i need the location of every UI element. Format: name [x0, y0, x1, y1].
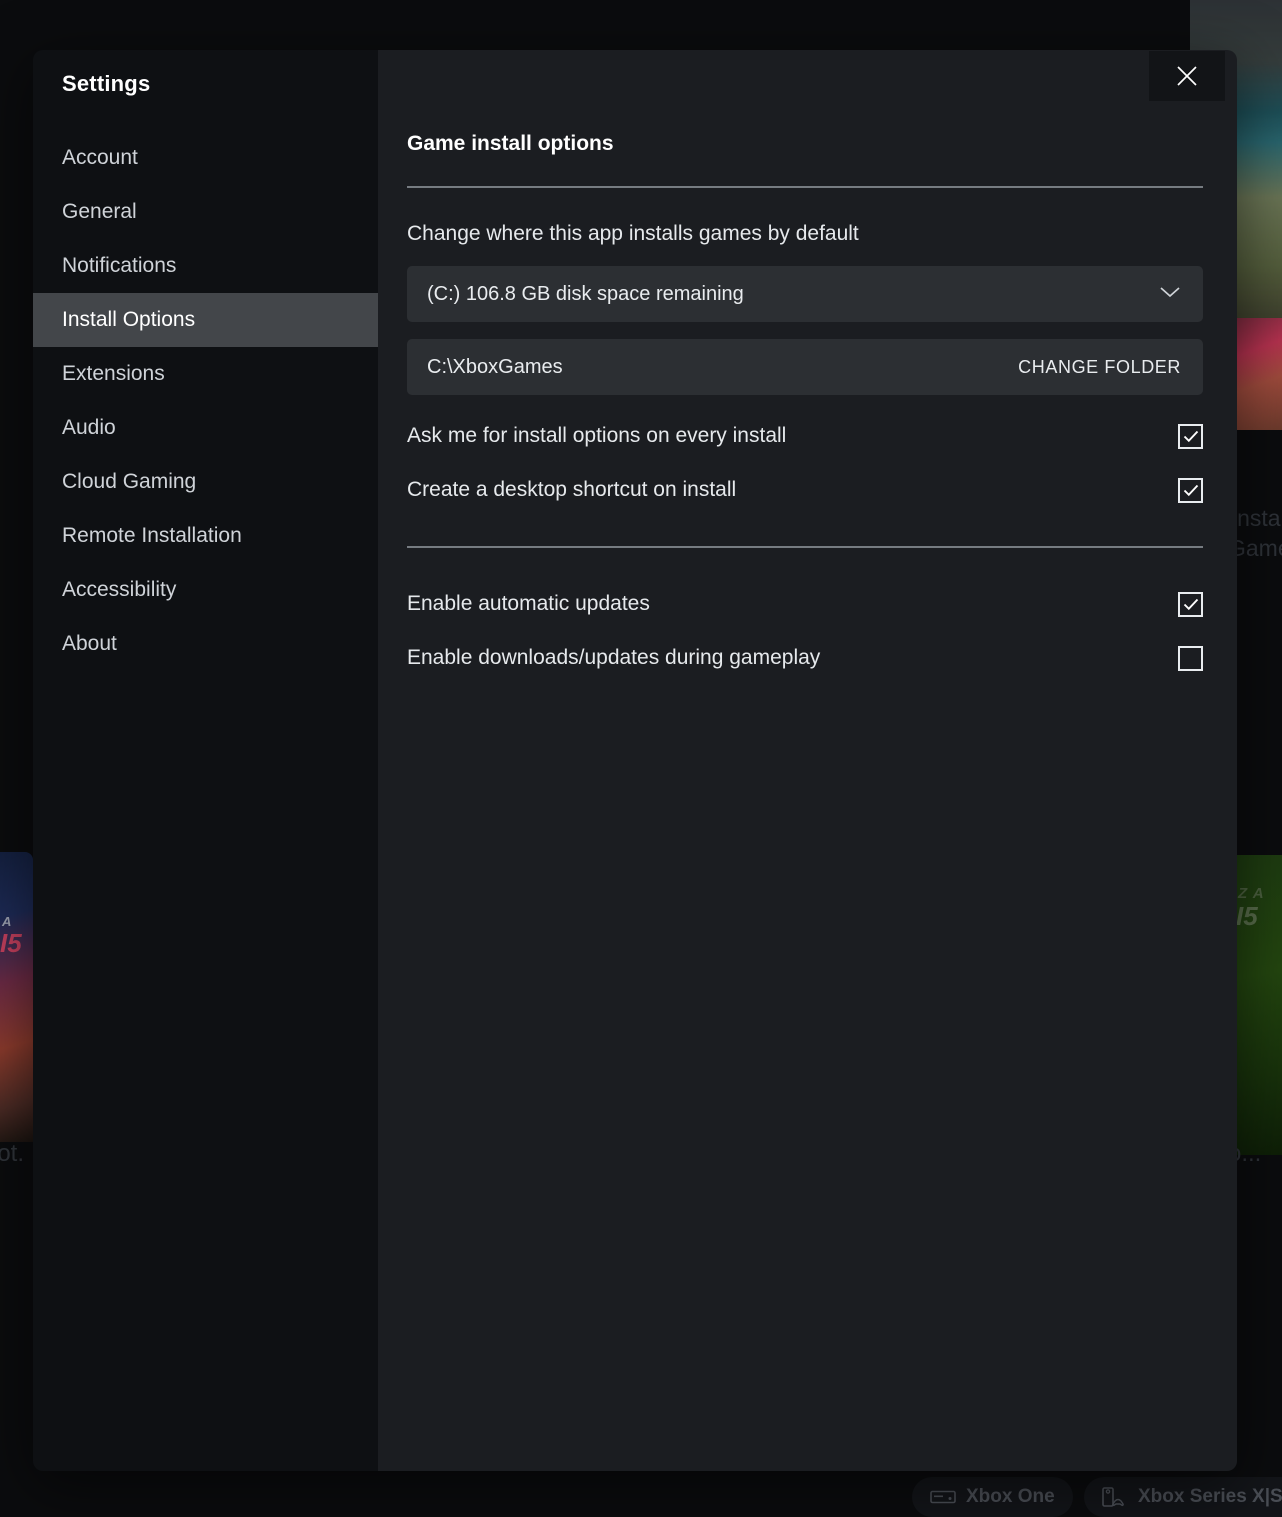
- checkbox-downloads-during-gameplay[interactable]: [1178, 645, 1203, 671]
- settings-dialog: Settings Account General Notifications I…: [33, 50, 1237, 1471]
- sidebar-item-audio[interactable]: Audio: [33, 401, 378, 455]
- option-label: Enable downloads/updates during gameplay: [407, 646, 821, 669]
- background-card-left-title: A: [2, 914, 12, 929]
- option-label: Create a desktop shortcut on install: [407, 478, 737, 501]
- sidebar-item-label: Cloud Gaming: [62, 470, 197, 493]
- sidebar-item-label: Install Options: [62, 308, 196, 331]
- settings-title: Settings: [62, 71, 151, 96]
- background-game-card-right[interactable]: Z A I5: [1236, 855, 1282, 1155]
- option-row-downloads-during-gameplay[interactable]: Enable downloads/updates during gameplay: [407, 631, 1203, 685]
- install-folder-path: C:\XboxGames: [427, 355, 563, 378]
- checkbox-automatic-updates[interactable]: [1178, 591, 1203, 617]
- background-card-right-number: I5: [1236, 901, 1258, 931]
- sidebar-item-label: Account: [62, 146, 138, 169]
- sidebar-item-about[interactable]: About: [33, 617, 378, 671]
- xbox-series-console-icon: [1102, 1487, 1128, 1507]
- sidebar-item-label: Remote Installation: [62, 524, 242, 547]
- section-divider-top: [407, 186, 1203, 188]
- sidebar-item-account[interactable]: Account: [33, 131, 378, 185]
- background-game-card-forza-horizon[interactable]: [1236, 318, 1282, 430]
- platform-badge-xbox-one-label: Xbox One: [966, 1486, 1055, 1507]
- sidebar-item-label: Accessibility: [62, 578, 177, 601]
- option-label: Ask me for install options on every inst…: [407, 424, 787, 447]
- settings-content-panel: Game install options Change where this a…: [378, 50, 1237, 1471]
- install-drive-value: (C:) 106.8 GB disk space remaining: [427, 282, 744, 305]
- background-game-card-left[interactable]: A I5: [0, 852, 33, 1142]
- sidebar-item-label: Audio: [62, 416, 116, 439]
- xbox-one-console-icon: [930, 1489, 956, 1505]
- checkbox-ask-install-options[interactable]: [1178, 423, 1203, 449]
- sidebar-item-cloud-gaming[interactable]: Cloud Gaming: [33, 455, 378, 509]
- sidebar-item-label: Extensions: [62, 362, 165, 385]
- platform-badge-xbox-series[interactable]: Xbox Series X|S: [1084, 1477, 1282, 1517]
- checkbox-desktop-shortcut[interactable]: [1178, 477, 1203, 503]
- sidebar-item-remote-installation[interactable]: Remote Installation: [33, 509, 378, 563]
- sidebar-item-install-options[interactable]: Install Options: [33, 293, 378, 347]
- option-label: Enable automatic updates: [407, 592, 650, 615]
- platform-badge-bar: Xbox One Xbox Series X|S: [0, 1477, 1282, 1517]
- settings-sidebar: Settings Account General Notifications I…: [33, 50, 378, 1471]
- chevron-down-icon: [1159, 285, 1181, 304]
- section-heading: Game install options: [407, 132, 614, 155]
- sidebar-item-label: About: [62, 632, 117, 655]
- change-folder-button[interactable]: CHANGE FOLDER: [1018, 353, 1181, 382]
- install-folder-row: C:\XboxGames CHANGE FOLDER: [407, 339, 1203, 395]
- background-card-left-number: I5: [0, 928, 22, 958]
- sidebar-item-notifications[interactable]: Notifications: [33, 239, 378, 293]
- sidebar-item-accessibility[interactable]: Accessibility: [33, 563, 378, 617]
- option-row-ask-install-options[interactable]: Ask me for install options on every inst…: [407, 409, 1203, 463]
- sidebar-item-label: General: [62, 200, 137, 223]
- close-icon: [1175, 64, 1199, 88]
- platform-badge-xbox-one[interactable]: Xbox One: [912, 1477, 1073, 1517]
- option-row-desktop-shortcut[interactable]: Create a desktop shortcut on install: [407, 463, 1203, 517]
- background-card-right-title: Z A: [1238, 885, 1265, 902]
- background-clipped-text-install: insta: [1232, 505, 1281, 531]
- sidebar-item-label: Notifications: [62, 254, 177, 277]
- install-location-label: Change where this app installs games by …: [407, 222, 859, 245]
- install-drive-dropdown[interactable]: (C:) 106.8 GB disk space remaining: [407, 266, 1203, 322]
- close-button[interactable]: [1149, 51, 1225, 101]
- sidebar-item-general[interactable]: General: [33, 185, 378, 239]
- section-divider-middle: [407, 546, 1203, 548]
- sidebar-item-extensions[interactable]: Extensions: [33, 347, 378, 401]
- option-row-automatic-updates[interactable]: Enable automatic updates: [407, 577, 1203, 631]
- background-clipped-text-left: lot.: [0, 1140, 25, 1167]
- platform-badge-xbox-series-label: Xbox Series X|S: [1138, 1486, 1282, 1507]
